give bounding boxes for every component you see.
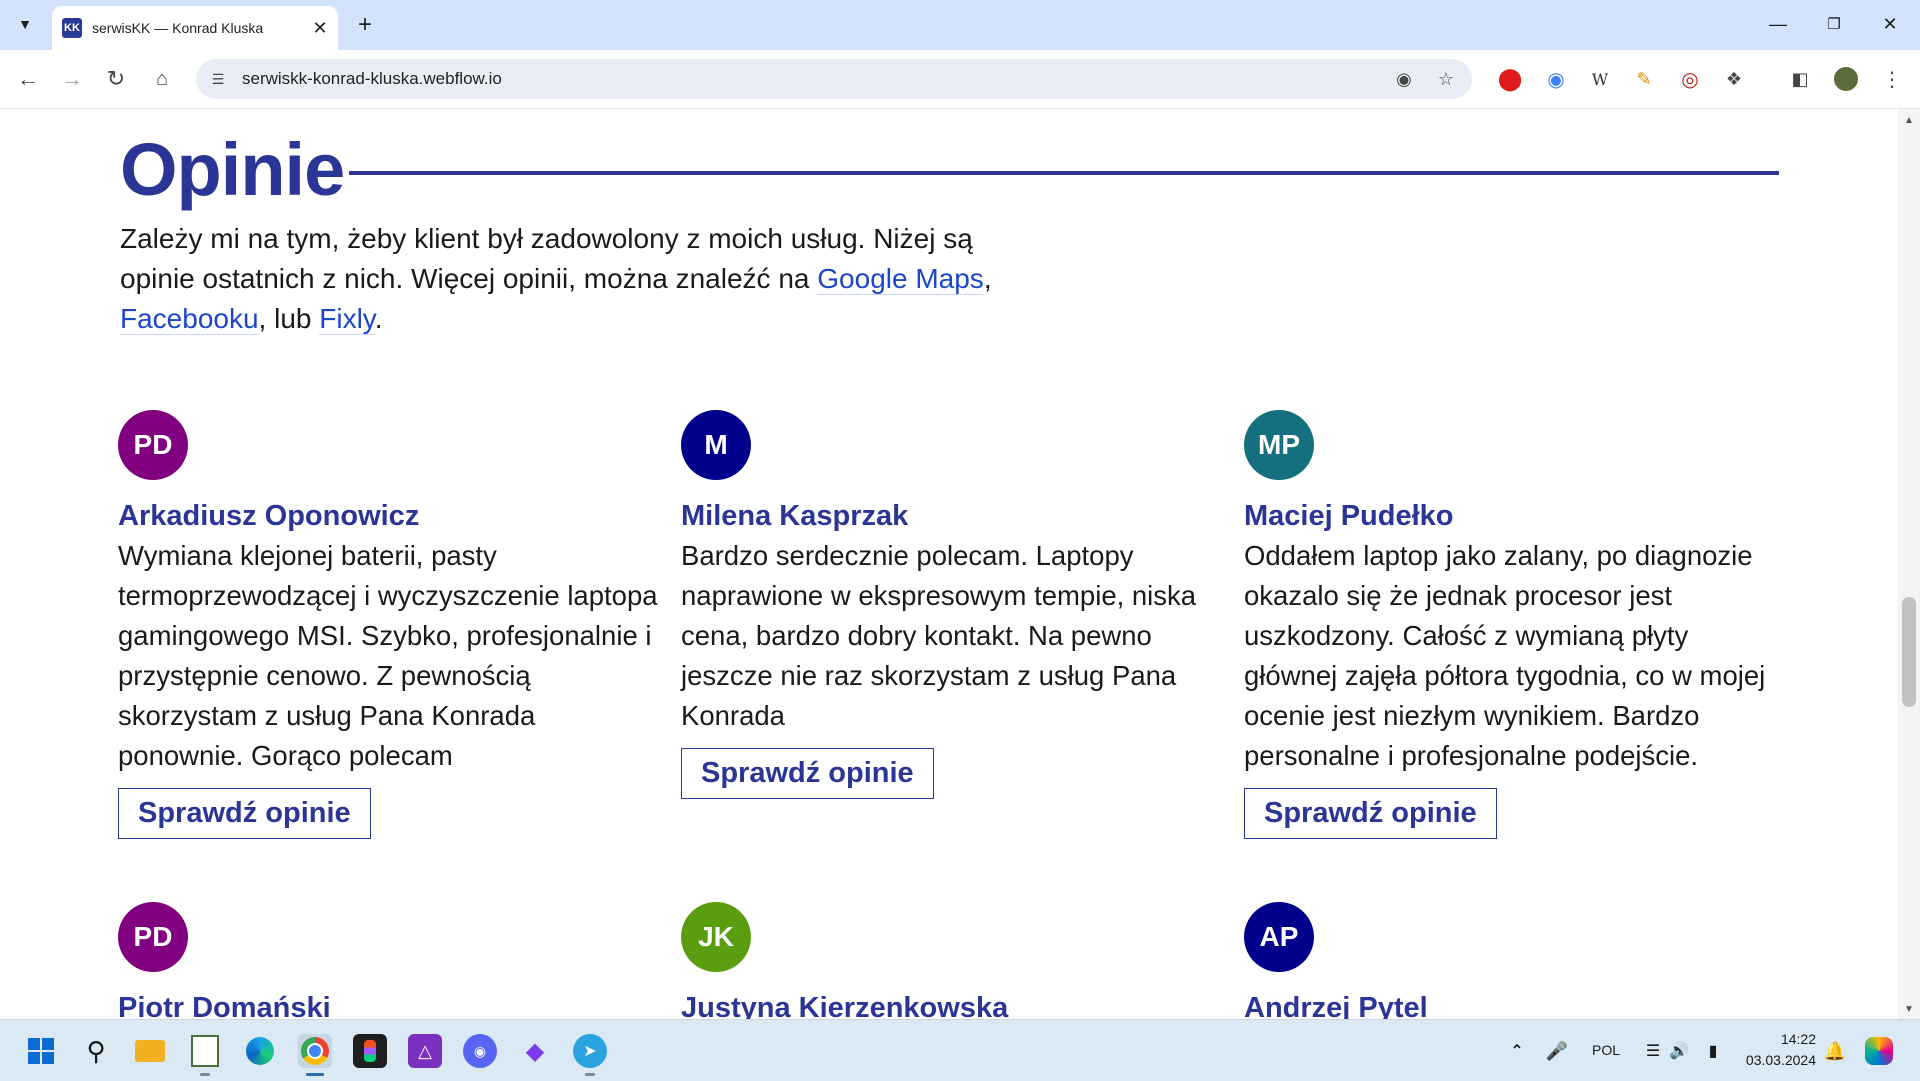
taskbar: ⚲ △ ◉ ◆ ➤ ⌃ 🎤 POL ☰ 🔊 ▮ 14:22 03.03.2024… <box>0 1019 1920 1081</box>
forward-arrow-icon[interactable]: → <box>56 63 88 95</box>
notepad-app-icon[interactable] <box>188 1034 222 1068</box>
window-close-icon[interactable]: ✕ <box>1868 6 1912 42</box>
reload-icon[interactable]: ↻ <box>100 63 132 95</box>
intro-end: . <box>374 303 383 334</box>
tab-search-chevron-icon[interactable]: ▼ <box>10 9 40 39</box>
chrome-browser-icon[interactable] <box>298 1034 332 1068</box>
check-reviews-button[interactable]: Sprawdź opinie <box>1244 788 1497 839</box>
review-text: Oddałem laptop jako zalany, po diagnozie… <box>1244 540 1766 771</box>
review-card: PD Piotr Domański <box>118 902 658 1019</box>
edge-browser-icon[interactable] <box>243 1034 277 1068</box>
app-running-indicator <box>200 1073 210 1076</box>
clock-date[interactable]: 03.03.2024 <box>1743 1052 1816 1068</box>
tab-favicon-icon: KK <box>62 18 82 38</box>
avatar: MP <box>1244 410 1314 480</box>
profile-avatar-icon[interactable] <box>1832 65 1860 93</box>
intro-separator: , lub <box>258 303 320 334</box>
extensions-puzzle-icon[interactable]: ❖ <box>1720 65 1748 93</box>
clock-time[interactable]: 14:22 <box>1778 1031 1816 1047</box>
review-card: JK Justyna Kierzenkowska <box>681 902 1221 1019</box>
pen-extension-icon[interactable]: ✎ <box>1630 65 1658 93</box>
new-tab-plus-icon[interactable]: + <box>350 10 380 40</box>
app-active-indicator <box>306 1073 324 1076</box>
tab-title: serwisKK — Konrad Kluska <box>92 20 264 36</box>
windows-start-icon[interactable] <box>24 1034 58 1068</box>
intro-paragraph: Zależy mi na tym, żeby klient był zadowo… <box>120 219 1020 339</box>
page-scrollbar-track[interactable] <box>1898 109 1920 1019</box>
facebook-link[interactable]: Facebooku <box>120 303 259 335</box>
check-reviews-button[interactable]: Sprawdź opinie <box>118 788 371 839</box>
copilot-icon[interactable] <box>1862 1034 1896 1068</box>
avatar: PD <box>118 902 188 972</box>
reviewer-name: Milena Kasprzak <box>681 500 909 532</box>
reviewer-name: Maciej Pudełko <box>1244 500 1454 532</box>
review-card: AP Andrzej Pytel <box>1244 902 1784 1019</box>
review-text: Bardzo serdecznie polecam. Laptopy napra… <box>681 540 1197 731</box>
scroll-up-arrow-icon[interactable]: ▲ <box>1898 111 1920 129</box>
minimize-icon[interactable]: — <box>1756 6 1800 42</box>
avatar: PD <box>118 410 188 480</box>
url-text[interactable]: serwiskk-konrad-kluska.webflow.io <box>242 69 502 89</box>
tray-chevron-up-icon[interactable]: ⌃ <box>1500 1034 1534 1068</box>
eye-off-icon[interactable]: ◉ <box>1392 67 1416 91</box>
side-panel-icon[interactable]: ◧ <box>1786 65 1814 93</box>
app-running-indicator <box>585 1073 595 1076</box>
search-icon[interactable]: ⚲ <box>79 1034 113 1068</box>
reviewer-name: Piotr Domański <box>118 992 331 1019</box>
avatar: JK <box>681 902 751 972</box>
check-reviews-button[interactable]: Sprawdź opinie <box>681 748 934 799</box>
review-card: PD Arkadiusz Oponowicz Wymiana klejonej … <box>118 410 658 839</box>
opera-extension-icon[interactable]: ⬤ <box>1496 65 1524 93</box>
tab-strip: ▼ KK serwisKK — Konrad Kluska ✕ + — ❐ ✕ <box>0 0 1920 50</box>
reviewer-name: Justyna Kierzenkowska <box>681 992 1009 1019</box>
address-bar[interactable]: ☰ serwiskk-konrad-kluska.webflow.io ◉ ☆ <box>196 59 1472 99</box>
microphone-icon[interactable]: 🎤 <box>1540 1034 1574 1068</box>
avatar: M <box>681 410 751 480</box>
file-explorer-icon[interactable] <box>133 1034 167 1068</box>
figma-app-icon[interactable] <box>353 1034 387 1068</box>
restore-icon[interactable]: ❐ <box>1812 6 1856 42</box>
discord-app-icon[interactable]: ◉ <box>463 1034 497 1068</box>
scroll-down-arrow-icon[interactable]: ▼ <box>1898 1000 1920 1018</box>
affinity-app-icon[interactable]: △ <box>408 1034 442 1068</box>
intro-separator: , <box>983 263 992 294</box>
fixly-link[interactable]: Fixly <box>319 303 375 335</box>
section-heading: Opinie <box>120 128 345 211</box>
back-arrow-icon[interactable]: ← <box>12 63 44 95</box>
avatar: AP <box>1244 902 1314 972</box>
menu-kebab-icon[interactable]: ⋮ <box>1878 65 1906 93</box>
tab-close-icon[interactable]: ✕ <box>308 16 332 40</box>
browser-tab-active[interactable]: KK serwisKK — Konrad Kluska ✕ <box>52 6 338 50</box>
notifications-bell-icon[interactable]: 🔔 <box>1818 1034 1852 1068</box>
reviewer-name: Arkadiusz Oponowicz <box>118 500 420 532</box>
review-card: M Milena Kasprzak Bardzo serdecznie pole… <box>681 410 1221 799</box>
telegram-app-icon[interactable]: ➤ <box>573 1034 607 1068</box>
reviewer-name: Andrzej Pytel <box>1244 992 1428 1019</box>
page-scrollbar-thumb[interactable] <box>1902 597 1916 707</box>
volume-icon[interactable]: 🔊 <box>1662 1034 1696 1068</box>
obsidian-app-icon[interactable]: ◆ <box>518 1034 552 1068</box>
color-picker-extension-icon[interactable]: ◎ <box>1676 65 1704 93</box>
bookmark-star-icon[interactable]: ☆ <box>1434 67 1458 91</box>
site-info-icon[interactable]: ☰ <box>208 69 228 89</box>
heading-divider <box>349 171 1779 175</box>
review-text: Wymiana klejonej baterii, pasty termoprz… <box>118 540 658 771</box>
page-viewport: Opinie Zależy mi na tym, żeby klient był… <box>0 109 1898 1019</box>
home-icon[interactable]: ⌂ <box>146 63 178 95</box>
review-card: MP Maciej Pudełko Oddałem laptop jako za… <box>1244 410 1784 839</box>
circle-extension-icon[interactable]: ◉ <box>1542 65 1570 93</box>
keyboard-language[interactable]: POL <box>1592 1042 1620 1058</box>
battery-icon[interactable]: ▮ <box>1696 1034 1730 1068</box>
google-maps-link[interactable]: Google Maps <box>817 263 984 295</box>
wikipedia-extension-icon[interactable]: W <box>1586 65 1614 93</box>
browser-toolbar: ← → ↻ ⌂ ☰ serwiskk-konrad-kluska.webflow… <box>0 50 1920 109</box>
